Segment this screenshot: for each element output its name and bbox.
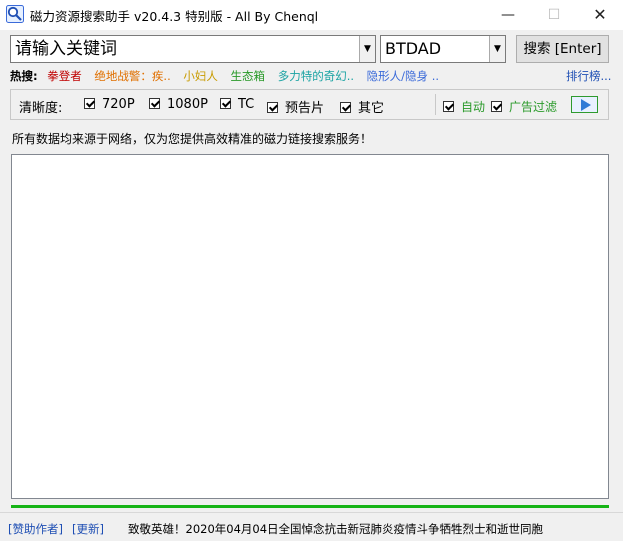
resolution-label: 清晰度: xyxy=(19,101,63,116)
hot-search-item[interactable]: 小妇人 xyxy=(183,69,218,83)
hot-search-item[interactable]: 绝地战警：疾.. xyxy=(94,69,170,83)
maximize-button[interactable]: ☐ xyxy=(531,0,577,30)
filter-trailer-checkbox[interactable]: 预告片 xyxy=(267,97,325,116)
minimize-button[interactable]: — xyxy=(485,0,531,30)
hot-search-item[interactable]: 隐形人/隐身 .. xyxy=(367,69,439,83)
chevron-down-icon: ▼ xyxy=(494,44,501,54)
filter-option-label: 其它 xyxy=(358,101,385,116)
filter-group: 清晰度: 720P 1080P TC 预告片 其它 自动 广告过滤 xyxy=(10,89,609,120)
play-button[interactable] xyxy=(571,96,598,113)
filter-option-label: 预告片 xyxy=(285,101,325,116)
auto-label: 自动 xyxy=(461,100,486,114)
disclaimer-text: 所有数据均来源于网络，仅为您提供高效精准的磁力链接搜索服务！ xyxy=(12,132,373,146)
update-link[interactable]: [更新] xyxy=(72,521,104,537)
close-button[interactable]: ✕ xyxy=(577,0,623,30)
checkbox-checked-icon xyxy=(267,102,278,113)
checkbox-checked-icon xyxy=(149,98,160,109)
hot-search-row: 热搜: 拳登者 绝地战警：疾.. 小妇人 生态箱 多力特的奇幻.. 隐形人/隐身… xyxy=(10,68,448,84)
engine-selected-value: BTDAD xyxy=(385,39,442,58)
checkbox-checked-icon xyxy=(443,101,454,112)
engine-select[interactable]: BTDAD ▼ xyxy=(380,35,506,63)
ranking-link[interactable]: 排行榜... xyxy=(566,68,611,84)
status-message: 致敬英雄！2020年04月04日全国悼念抗击新冠肺炎疫情斗争牺牲烈士和逝世同胞 xyxy=(128,522,544,536)
status-divider xyxy=(0,512,623,513)
filter-option-label: TC xyxy=(238,97,255,112)
window-title: 磁力资源搜索助手 v20.4.3 特别版 - All By Chenql xyxy=(30,9,319,24)
filter-720p-checkbox[interactable]: 720P xyxy=(84,97,135,113)
filter-option-label: 1080P xyxy=(167,97,208,112)
keyword-combobox[interactable]: ▼ xyxy=(10,35,376,63)
chevron-down-icon: ▼ xyxy=(364,44,371,54)
play-icon xyxy=(581,99,591,111)
keyword-input[interactable] xyxy=(11,36,359,62)
app-magnifier-icon xyxy=(6,5,24,23)
keyword-dropdown-button[interactable]: ▼ xyxy=(359,36,375,62)
auto-checkbox[interactable]: 自动 xyxy=(443,98,485,114)
search-button[interactable]: 搜索 [Enter] xyxy=(516,35,609,63)
checkbox-checked-icon xyxy=(220,98,231,109)
hot-search-label: 热搜: xyxy=(10,69,38,83)
hot-search-item[interactable]: 生态箱 xyxy=(231,69,266,83)
hot-search-item[interactable]: 多力特的奇幻.. xyxy=(278,69,354,83)
filter-tc-checkbox[interactable]: TC xyxy=(220,97,254,113)
engine-dropdown-button[interactable]: ▼ xyxy=(489,36,505,62)
filter-1080p-checkbox[interactable]: 1080P xyxy=(149,97,208,113)
title-bar: 磁力资源搜索助手 v20.4.3 特别版 - All By Chenql — ☐… xyxy=(0,0,623,30)
filter-option-label: 720P xyxy=(102,97,135,112)
donate-link[interactable]: [赞助作者] xyxy=(8,521,63,537)
app-window: 磁力资源搜索助手 v20.4.3 特别版 - All By Chenql — ☐… xyxy=(0,0,623,541)
ad-filter-label: 广告过滤 xyxy=(509,100,558,114)
checkbox-checked-icon xyxy=(491,101,502,112)
ad-filter-checkbox[interactable]: 广告过滤 xyxy=(491,98,557,114)
results-list[interactable] xyxy=(11,154,609,499)
filter-other-checkbox[interactable]: 其它 xyxy=(340,97,385,116)
filter-divider xyxy=(435,94,436,115)
hot-search-item[interactable]: 拳登者 xyxy=(47,69,82,83)
status-bar: [赞助作者] [更新] 致敬英雄！2020年04月04日全国悼念抗击新冠肺炎疫情… xyxy=(0,512,623,541)
progress-bar xyxy=(11,505,609,508)
checkbox-checked-icon xyxy=(340,102,351,113)
checkbox-checked-icon xyxy=(84,98,95,109)
